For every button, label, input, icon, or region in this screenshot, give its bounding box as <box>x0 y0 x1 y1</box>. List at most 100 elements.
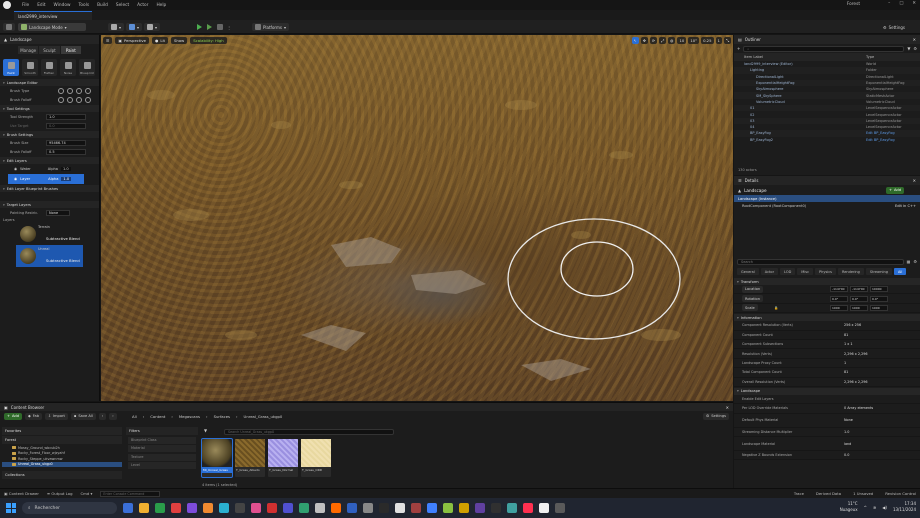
taskbar-app-icon[interactable] <box>251 503 261 513</box>
brush-size-input[interactable]: 95466.74 <box>46 139 86 146</box>
close-icon[interactable]: ✕ <box>912 1 916 6</box>
console-command-input[interactable]: Enter Console Command <box>100 490 161 497</box>
taskbar-app-icon[interactable] <box>347 503 357 513</box>
blueprints-button[interactable]: ▾ <box>126 23 143 31</box>
location-x-input[interactable]: -114700 <box>830 286 848 293</box>
maximize-viewport-icon[interactable]: ⤡ <box>723 37 731 44</box>
content-settings-button[interactable]: ⚙ Settings <box>703 412 729 420</box>
taskbar-app-icon[interactable] <box>491 503 501 513</box>
taskbar-app-icon[interactable] <box>523 503 533 513</box>
taskbar-app-icon[interactable] <box>139 503 149 513</box>
fab-button[interactable]: ◆ Fab <box>24 412 42 420</box>
forest-header[interactable]: Forest <box>2 436 122 444</box>
viewport-menu-button[interactable]: ☰ <box>103 36 113 44</box>
scale-z-input[interactable]: 1000 <box>870 304 888 311</box>
derived-data-button[interactable]: Derived Data <box>816 491 841 496</box>
breadcrumb-content[interactable]: Content <box>150 414 165 419</box>
select-mode-icon[interactable]: ↖ <box>631 37 639 44</box>
import-button[interactable]: ⇩ Import <box>44 412 68 420</box>
tab-manage[interactable]: Manage <box>18 46 39 54</box>
outliner-search-input[interactable]: ⌕ <box>743 45 905 52</box>
breadcrumb-surfaces[interactable]: Surfaces <box>214 414 230 419</box>
tab-misc[interactable]: Misc <box>797 268 814 275</box>
windows-start-icon[interactable] <box>6 503 16 513</box>
taskbar-app-icon[interactable] <box>395 503 405 513</box>
gear-icon[interactable]: ⚙ <box>913 46 917 51</box>
add-component-button[interactable]: + Add <box>886 186 904 194</box>
settings-button[interactable]: ⚙ Settings <box>880 23 908 31</box>
section-brush-settings[interactable]: Brush Settings <box>0 131 99 138</box>
taskbar-app-icon[interactable] <box>267 503 277 513</box>
taskbar-app-icon[interactable] <box>475 503 485 513</box>
brush-falloff-input[interactable]: 0.5 <box>46 148 86 155</box>
taskbar-app-icon[interactable] <box>123 503 133 513</box>
grid-snap-value[interactable]: 10 <box>677 37 687 44</box>
weather-widget[interactable]: 11°C Nuageux <box>840 501 858 513</box>
wifi-icon[interactable]: ≋ <box>873 505 876 510</box>
alpha-brush-icon[interactable] <box>67 87 73 94</box>
tool-noise[interactable]: Noise <box>60 59 76 76</box>
painting-restriction-select[interactable]: None <box>46 209 70 216</box>
asset-tile[interactable]: T_Grass_Albedo <box>235 439 265 477</box>
instance-row[interactable]: Landscape (Instance) <box>734 195 920 202</box>
taskbar-app-icon[interactable] <box>219 503 229 513</box>
filter-blueprint-class[interactable]: Blueprint Class <box>128 436 196 444</box>
breadcrumb-megascans[interactable]: Megascans <box>179 414 200 419</box>
menu-file[interactable]: File <box>22 3 29 8</box>
level-viewport[interactable]: ☰ ▣ Perspective ● Lit Show Scalability: Hi… <box>101 35 733 401</box>
tool-strength-input[interactable]: 1.0 <box>46 113 86 120</box>
add-icon[interactable]: + <box>737 46 740 51</box>
taskbar-app-icon[interactable] <box>283 503 293 513</box>
maximize-icon[interactable]: □ <box>899 1 903 6</box>
menu-build[interactable]: Build <box>97 3 108 8</box>
tool-smooth[interactable]: Smooth <box>22 59 38 76</box>
close-icon[interactable]: ✕ <box>913 178 916 183</box>
mode-dropdown[interactable]: Landscape Mode ▾ <box>18 23 86 31</box>
save-all-button[interactable]: ▪ Save All <box>70 412 96 420</box>
pattern-brush-icon[interactable] <box>76 87 82 94</box>
section-target-layers[interactable]: Target Layers <box>0 201 99 208</box>
section-transform[interactable]: Transform <box>734 278 920 285</box>
rotation-snap-value[interactable]: 10° <box>688 37 700 44</box>
taskbar-app-icon[interactable] <box>507 503 517 513</box>
menu-actor[interactable]: Actor <box>137 3 148 8</box>
outliner-row[interactable]: BP_EasyFog2 Edit BP_EasyFog <box>734 137 920 143</box>
perspective-button[interactable]: ▣ Perspective <box>115 36 149 44</box>
tool-blueprint[interactable]: Blueprint <box>79 59 95 76</box>
target-layer-terrain[interactable]: Terrain Subtractive Blend <box>0 223 99 245</box>
edit-cpp-link[interactable]: Edit in C++ <box>895 204 916 208</box>
volume-icon[interactable]: ◀) <box>882 505 887 510</box>
asset-tile[interactable]: T_Grass_ORD <box>301 439 331 477</box>
filter-icon[interactable]: ▼ <box>204 428 207 433</box>
rotation-z-input[interactable]: 0.0° <box>870 295 888 302</box>
edit-layer-layer[interactable]: ◉ Layer Alpha 1.0 <box>8 174 84 184</box>
scalability-button[interactable]: Scalability: High <box>190 36 227 44</box>
tab-rendering[interactable]: Rendering <box>838 268 864 275</box>
property-matrix-icon[interactable]: ▦ <box>907 259 911 264</box>
taskbar-app-icon[interactable] <box>443 503 453 513</box>
favorites-header[interactable]: Favorites <box>2 427 122 435</box>
scale-snap-value[interactable]: 0.25 <box>701 37 714 44</box>
tab-streaming[interactable]: Streaming <box>865 268 892 275</box>
location-z-input[interactable]: 10000 <box>870 286 888 293</box>
smooth-falloff-icon[interactable] <box>58 96 64 103</box>
landscape-property-value[interactable]: 1.0 <box>844 430 849 434</box>
scale-y-input[interactable]: 1000 <box>850 304 868 311</box>
menu-tools[interactable]: Tools <box>78 3 89 8</box>
taskbar-app-icon[interactable] <box>459 503 469 513</box>
filter-icon[interactable]: ▼ <box>907 46 910 51</box>
section-landscape-editor[interactable]: Landscape Editor <box>0 79 99 86</box>
menu-select[interactable]: Select <box>116 3 129 8</box>
details-search-input[interactable]: Search <box>737 258 904 265</box>
eye-icon[interactable]: ◉ <box>14 177 17 181</box>
circle-brush-icon[interactable] <box>58 87 64 94</box>
taskbar-app-icon[interactable] <box>235 503 245 513</box>
lock-icon[interactable]: 🔒 <box>774 306 778 310</box>
taskbar-search[interactable]: ⌕ Rechercher <box>22 502 117 514</box>
edit-layer-water[interactable]: ◉ Water Alpha 1.0 <box>0 164 99 174</box>
menu-window[interactable]: Window <box>54 3 71 8</box>
taskbar-app-icon[interactable] <box>427 503 437 513</box>
breadcrumb-all[interactable]: All <box>132 414 137 419</box>
level-tab[interactable]: land2999_interview <box>14 11 92 20</box>
rotate-icon[interactable]: ⟳ <box>649 37 658 44</box>
